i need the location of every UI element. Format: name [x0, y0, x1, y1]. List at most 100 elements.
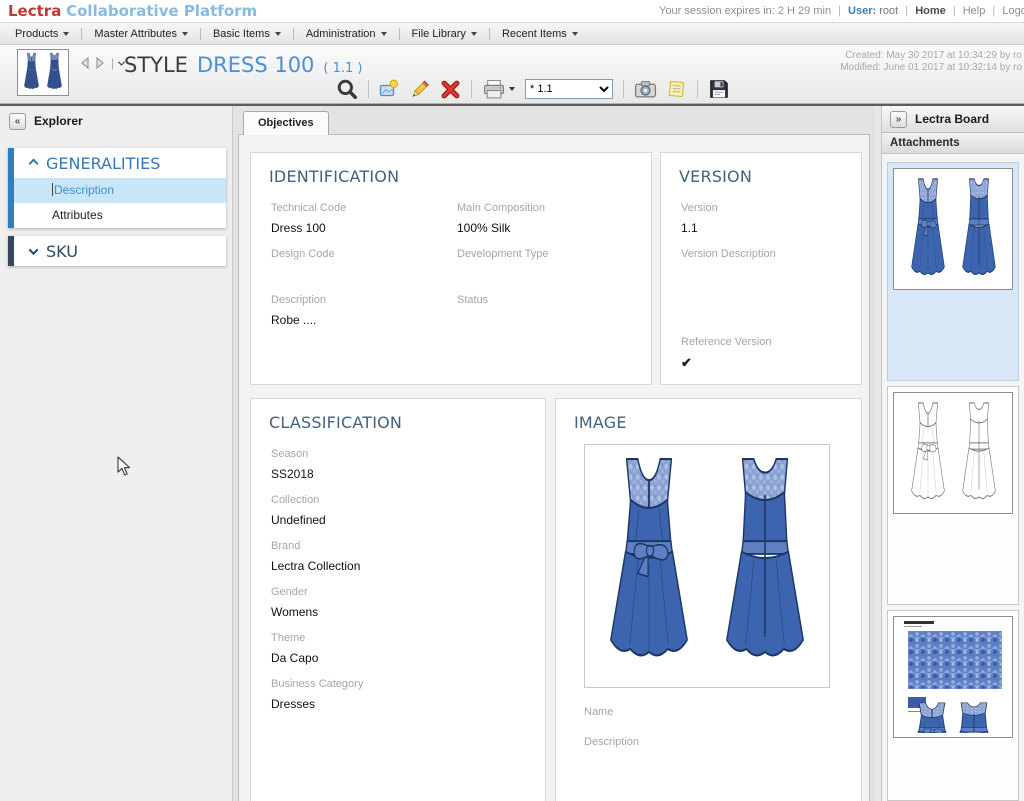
menu-basic-items[interactable]: Basic Items: [204, 23, 290, 44]
attachment-thumbnail-technical-sheet[interactable]: [887, 610, 1019, 801]
brand-logo: Lectra Collaborative Platform: [8, 2, 257, 20]
toolbar: * 1.1: [336, 76, 730, 102]
panel-splitter[interactable]: [875, 106, 882, 801]
style-image[interactable]: [584, 444, 830, 688]
style-thumbnail[interactable]: [17, 49, 69, 96]
search-button[interactable]: [336, 78, 358, 100]
home-link[interactable]: Home: [915, 5, 946, 17]
menu-master-attributes[interactable]: Master Attributes: [85, 23, 197, 44]
field-gender: Gender Womens: [271, 586, 545, 632]
explorer-group-generalities: GENERALITIES Description Attributes: [8, 148, 226, 228]
printer-icon: [482, 79, 506, 100]
print-button[interactable]: [482, 79, 515, 100]
record-meta: Created: May 30 2017 at 10:34:29 by ro M…: [840, 50, 1022, 74]
menu-divider: [81, 28, 82, 40]
logout-link[interactable]: Logout: [1002, 5, 1024, 17]
attachment-thumbnail-line-sketch[interactable]: [887, 386, 1019, 605]
field-status: Status: [457, 294, 651, 340]
explorer-group-sku: SKU: [8, 236, 226, 266]
modified-info: Modified: June 01 2017 at 10:32:14 by ro: [840, 62, 1022, 74]
delete-button[interactable]: [440, 79, 461, 100]
mouse-cursor: [117, 456, 131, 477]
explorer-title: Explorer: [34, 114, 83, 128]
field-season: Season SS2018: [271, 448, 545, 494]
field-brand: Brand Lectra Collection: [271, 540, 545, 586]
objectives-content: IDENTIFICATION Technical Code Dress 100 …: [238, 134, 870, 801]
sku-group-header[interactable]: SKU: [14, 236, 226, 266]
field-collection: Collection Undefined: [271, 494, 545, 540]
field-reference-version: Reference Version ✔: [681, 336, 861, 382]
separator: |: [905, 5, 908, 17]
card-title: IMAGE: [574, 413, 861, 432]
sidebar-item-attributes[interactable]: Attributes: [14, 203, 226, 228]
separator: |: [111, 56, 114, 70]
session-expires: Your session expires in: 2 H 29 min: [659, 5, 831, 17]
attachment-thumbnail-color-sketch[interactable]: [887, 162, 1019, 381]
checkmark-icon: ✔: [681, 355, 861, 371]
generalities-group-header[interactable]: GENERALITIES: [14, 148, 226, 178]
field-business-category: Business Category Dresses: [271, 678, 545, 724]
save-button[interactable]: [708, 78, 730, 100]
object-type: STYLE: [124, 53, 188, 77]
collapse-panel-button[interactable]: «: [9, 113, 26, 130]
menu-divider: [200, 28, 201, 40]
notes-button[interactable]: [667, 79, 687, 99]
menu-divider: [399, 28, 400, 40]
bodice-front: [915, 701, 949, 733]
dress-front-thumb: [904, 176, 952, 286]
dress-back-outline-thumb: [955, 400, 1003, 510]
board-title: Lectra Board: [915, 112, 989, 126]
menu-administration[interactable]: Administration: [297, 23, 396, 44]
image-name-label: Name: [584, 706, 613, 718]
field-description: Description Robe ....: [271, 294, 457, 340]
sheet-title-bar: [904, 621, 934, 624]
new-item-icon: [379, 79, 399, 99]
object-version: ( 1.1 ): [323, 61, 362, 76]
toolbar-divider: [368, 80, 369, 98]
image-card: IMAGE Name Description: [555, 398, 862, 801]
dress-back-mini: [44, 52, 65, 93]
next-arrow-icon[interactable]: [95, 57, 106, 69]
field-theme: Theme Da Capo: [271, 632, 545, 678]
object-name: DRESS 100: [197, 53, 314, 77]
dress-front-mini: [21, 52, 42, 93]
toolbar-divider: [697, 80, 698, 98]
dress-back-thumb: [955, 176, 1003, 286]
top-bar: Lectra Collaborative Platform Your sessi…: [0, 0, 1024, 22]
fabric-swatch: [908, 631, 1002, 689]
brand-suffix: Collaborative Platform: [66, 2, 257, 20]
snapshot-button[interactable]: [634, 80, 657, 99]
chevron-down-icon: [63, 32, 69, 36]
field-version: Version 1.1: [681, 202, 861, 248]
expand-panel-button[interactable]: »: [890, 111, 907, 128]
classification-card: CLASSIFICATION Season SS2018 Collection …: [250, 398, 546, 801]
chevron-down-icon: [471, 32, 477, 36]
dress-back-image: [709, 453, 821, 679]
chevron-down-icon: [381, 32, 387, 36]
attachment-preview: [893, 392, 1013, 514]
menu-file-library[interactable]: File Library: [403, 23, 486, 44]
attachments-header: Attachments: [882, 133, 1024, 154]
version-select[interactable]: * 1.1: [525, 79, 613, 99]
attachment-preview: [893, 168, 1013, 290]
help-link[interactable]: Help: [963, 5, 986, 17]
previous-arrow-icon[interactable]: [79, 57, 90, 69]
new-button[interactable]: [379, 79, 399, 99]
identification-card: IDENTIFICATION Technical Code Dress 100 …: [250, 152, 652, 385]
menu-products[interactable]: Products: [6, 23, 78, 44]
edit-button[interactable]: [409, 79, 430, 100]
explorer-header: « Explorer: [0, 106, 232, 136]
search-icon: [336, 78, 358, 100]
sidebar-item-description[interactable]: Description: [14, 178, 226, 203]
print-menu-caret-icon: [509, 87, 515, 91]
created-info: Created: May 30 2017 at 10:34:29 by ro: [840, 50, 1022, 62]
card-title: IDENTIFICATION: [269, 167, 651, 186]
chevron-up-icon: [29, 158, 39, 168]
attachments-list: [882, 154, 1024, 801]
application-window: Lectra Collaborative Platform Your sessi…: [0, 0, 1024, 801]
delete-x-icon: [440, 79, 461, 100]
chevron-down-icon: [182, 32, 188, 36]
tab-objectives[interactable]: Objectives: [243, 111, 329, 135]
menu-recent-items[interactable]: Recent Items: [493, 23, 587, 44]
notes-icon: [667, 79, 687, 99]
